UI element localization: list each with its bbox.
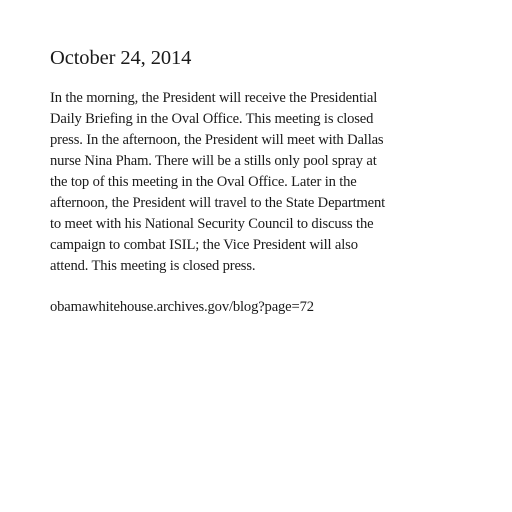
body-line: campaign to combat ISIL; the Vice Presid… — [50, 237, 358, 253]
body-line: Daily Briefing in the Oval Office. This … — [50, 111, 374, 127]
body-line: nurse Nina Pham. There will be a stills … — [50, 153, 377, 169]
body-line: to meet with his National Security Counc… — [50, 216, 374, 232]
body-line: In the morning, the President will recei… — [50, 90, 378, 106]
source-url: obamawhitehouse.archives.gov/blog?page=7… — [50, 299, 314, 315]
body-line: afternoon, the President will travel to … — [50, 195, 386, 211]
body-line: press. In the afternoon, the President w… — [50, 132, 384, 148]
body-line: the top of this meeting in the Oval Offi… — [50, 174, 357, 190]
document-page: October 24, 2014 In the morning, the Pre… — [50, 44, 420, 318]
post-body: In the morning, the President will recei… — [50, 88, 420, 277]
body-line: attend. This meeting is closed press. — [50, 258, 256, 274]
post-date: October 24, 2014 — [50, 47, 192, 69]
